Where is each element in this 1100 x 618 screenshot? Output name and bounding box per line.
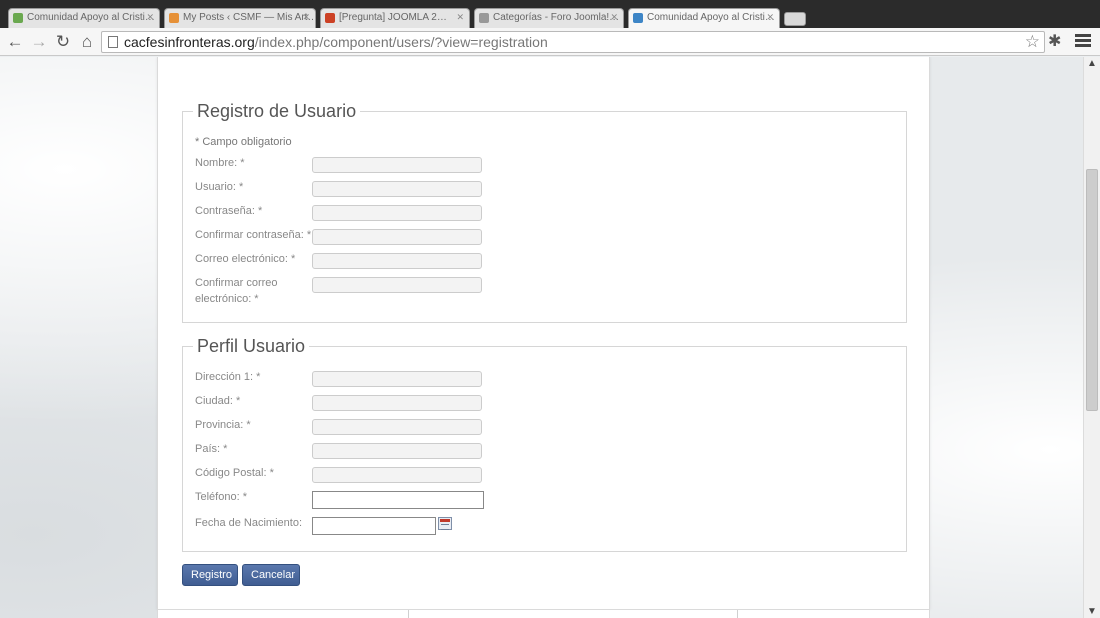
tab-title: Comunidad Apoyo al Cristi… bbox=[27, 12, 155, 23]
site-favicon-icon bbox=[169, 13, 179, 23]
codigo-postal-input[interactable] bbox=[312, 467, 482, 483]
home-icon[interactable]: ⌂ bbox=[76, 31, 98, 53]
close-tab-icon[interactable]: ✕ bbox=[610, 12, 618, 23]
footer-divider bbox=[408, 610, 409, 618]
telefono-input[interactable] bbox=[312, 491, 484, 509]
nombre-input[interactable] bbox=[312, 157, 482, 173]
registration-legend: Registro de Usuario bbox=[197, 101, 357, 121]
usuario-input[interactable] bbox=[312, 181, 482, 197]
close-tab-icon[interactable]: ✕ bbox=[766, 12, 774, 23]
label-codigo-postal: Código Postal: * bbox=[195, 467, 274, 479]
scroll-down-arrow-icon[interactable]: ▼ bbox=[1087, 606, 1097, 617]
registro-submit-button[interactable]: Registro bbox=[182, 564, 238, 586]
reload-icon[interactable]: ↻ bbox=[52, 31, 74, 53]
profile-legend: Perfil Usuario bbox=[197, 336, 306, 356]
back-arrow-icon[interactable]: ← bbox=[4, 31, 26, 53]
address-bar[interactable]: cacfesinfronteras.org/index.php/componen… bbox=[101, 31, 1045, 53]
menu-icon[interactable] bbox=[1075, 32, 1091, 49]
correo-input[interactable] bbox=[312, 253, 482, 269]
content-area: Registro de Usuario * Campo obligatorio … bbox=[157, 57, 930, 610]
scrollbar-thumb[interactable] bbox=[1086, 169, 1098, 411]
label-usuario: Usuario: * bbox=[195, 181, 244, 193]
label-direccion: Dirección 1: * bbox=[195, 371, 261, 383]
tab-title: [Pregunta] JOOMLA 2… bbox=[339, 12, 447, 23]
new-tab-button[interactable] bbox=[784, 12, 806, 26]
label-correo: Correo electrónico: * bbox=[195, 253, 296, 265]
direccion-input[interactable] bbox=[312, 371, 482, 387]
ciudad-input[interactable] bbox=[312, 395, 482, 411]
page-viewport: Registro de Usuario * Campo obligatorio … bbox=[0, 57, 1083, 618]
vertical-scrollbar[interactable]: ▲ ▼ bbox=[1083, 57, 1100, 618]
calendar-icon[interactable] bbox=[438, 517, 452, 530]
bookmark-star-icon[interactable]: ☆ bbox=[1025, 32, 1040, 52]
page-icon bbox=[108, 36, 118, 48]
browser-tab-1[interactable]: Comunidad Apoyo al Cristi… ✕ bbox=[8, 8, 160, 28]
site-favicon-icon bbox=[633, 13, 643, 23]
fecha-nacimiento-input[interactable] bbox=[312, 517, 436, 535]
tab-title: Categorías - Foro Joomla!… bbox=[493, 12, 620, 23]
forward-arrow-icon[interactable]: → bbox=[28, 31, 50, 53]
browser-tab-3[interactable]: [Pregunta] JOOMLA 2… ✕ bbox=[320, 8, 470, 28]
footer-divider bbox=[737, 610, 738, 618]
extension-icon[interactable]: ✱ bbox=[1048, 31, 1061, 51]
label-provincia: Provincia: * bbox=[195, 419, 251, 431]
confirmar-correo-input[interactable] bbox=[312, 277, 482, 293]
confirmar-contrasena-input[interactable] bbox=[312, 229, 482, 245]
provincia-input[interactable] bbox=[312, 419, 482, 435]
site-favicon-icon bbox=[325, 13, 335, 23]
label-ciudad: Ciudad: * bbox=[195, 395, 241, 407]
close-tab-icon[interactable]: ✕ bbox=[146, 12, 154, 23]
tab-strip: Comunidad Apoyo al Cristi… ✕ My Posts ‹ … bbox=[0, 0, 1100, 28]
close-tab-icon[interactable]: ✕ bbox=[302, 12, 310, 23]
label-pais: País: * bbox=[195, 443, 228, 455]
tab-title: My Posts ‹ CSMF — Mis Art… bbox=[183, 12, 316, 23]
label-telefono: Teléfono: * bbox=[195, 491, 247, 503]
label-confirmar-contrasena: Confirmar contraseña: * bbox=[195, 229, 312, 241]
url-text: cacfesinfronteras.org/index.php/componen… bbox=[124, 34, 548, 50]
browser-toolbar: ← → ↻ ⌂ cacfesinfronteras.org/index.php/… bbox=[0, 28, 1100, 56]
label-fecha-nacimiento: Fecha de Nacimiento: bbox=[195, 517, 302, 529]
footer-strip bbox=[157, 610, 930, 618]
browser-tab-5-active[interactable]: Comunidad Apoyo al Cristi… ✕ bbox=[628, 8, 780, 28]
scroll-up-arrow-icon[interactable]: ▲ bbox=[1087, 58, 1097, 69]
browser-tab-4[interactable]: Categorías - Foro Joomla!… ✕ bbox=[474, 8, 624, 28]
label-contrasena: Contraseña: * bbox=[195, 205, 263, 217]
required-note: * Campo obligatorio bbox=[195, 136, 292, 148]
cancelar-button[interactable]: Cancelar bbox=[242, 564, 300, 586]
browser-tab-2[interactable]: My Posts ‹ CSMF — Mis Art… ✕ bbox=[164, 8, 316, 28]
close-tab-icon[interactable]: ✕ bbox=[456, 12, 464, 23]
label-nombre: Nombre: * bbox=[195, 157, 245, 169]
site-favicon-icon bbox=[479, 13, 489, 23]
pais-input[interactable] bbox=[312, 443, 482, 459]
contrasena-input[interactable] bbox=[312, 205, 482, 221]
site-favicon-icon bbox=[13, 13, 23, 23]
tab-title: Comunidad Apoyo al Cristi… bbox=[647, 12, 775, 23]
label-confirmar-correo: Confirmar correo electrónico: * bbox=[195, 277, 278, 305]
